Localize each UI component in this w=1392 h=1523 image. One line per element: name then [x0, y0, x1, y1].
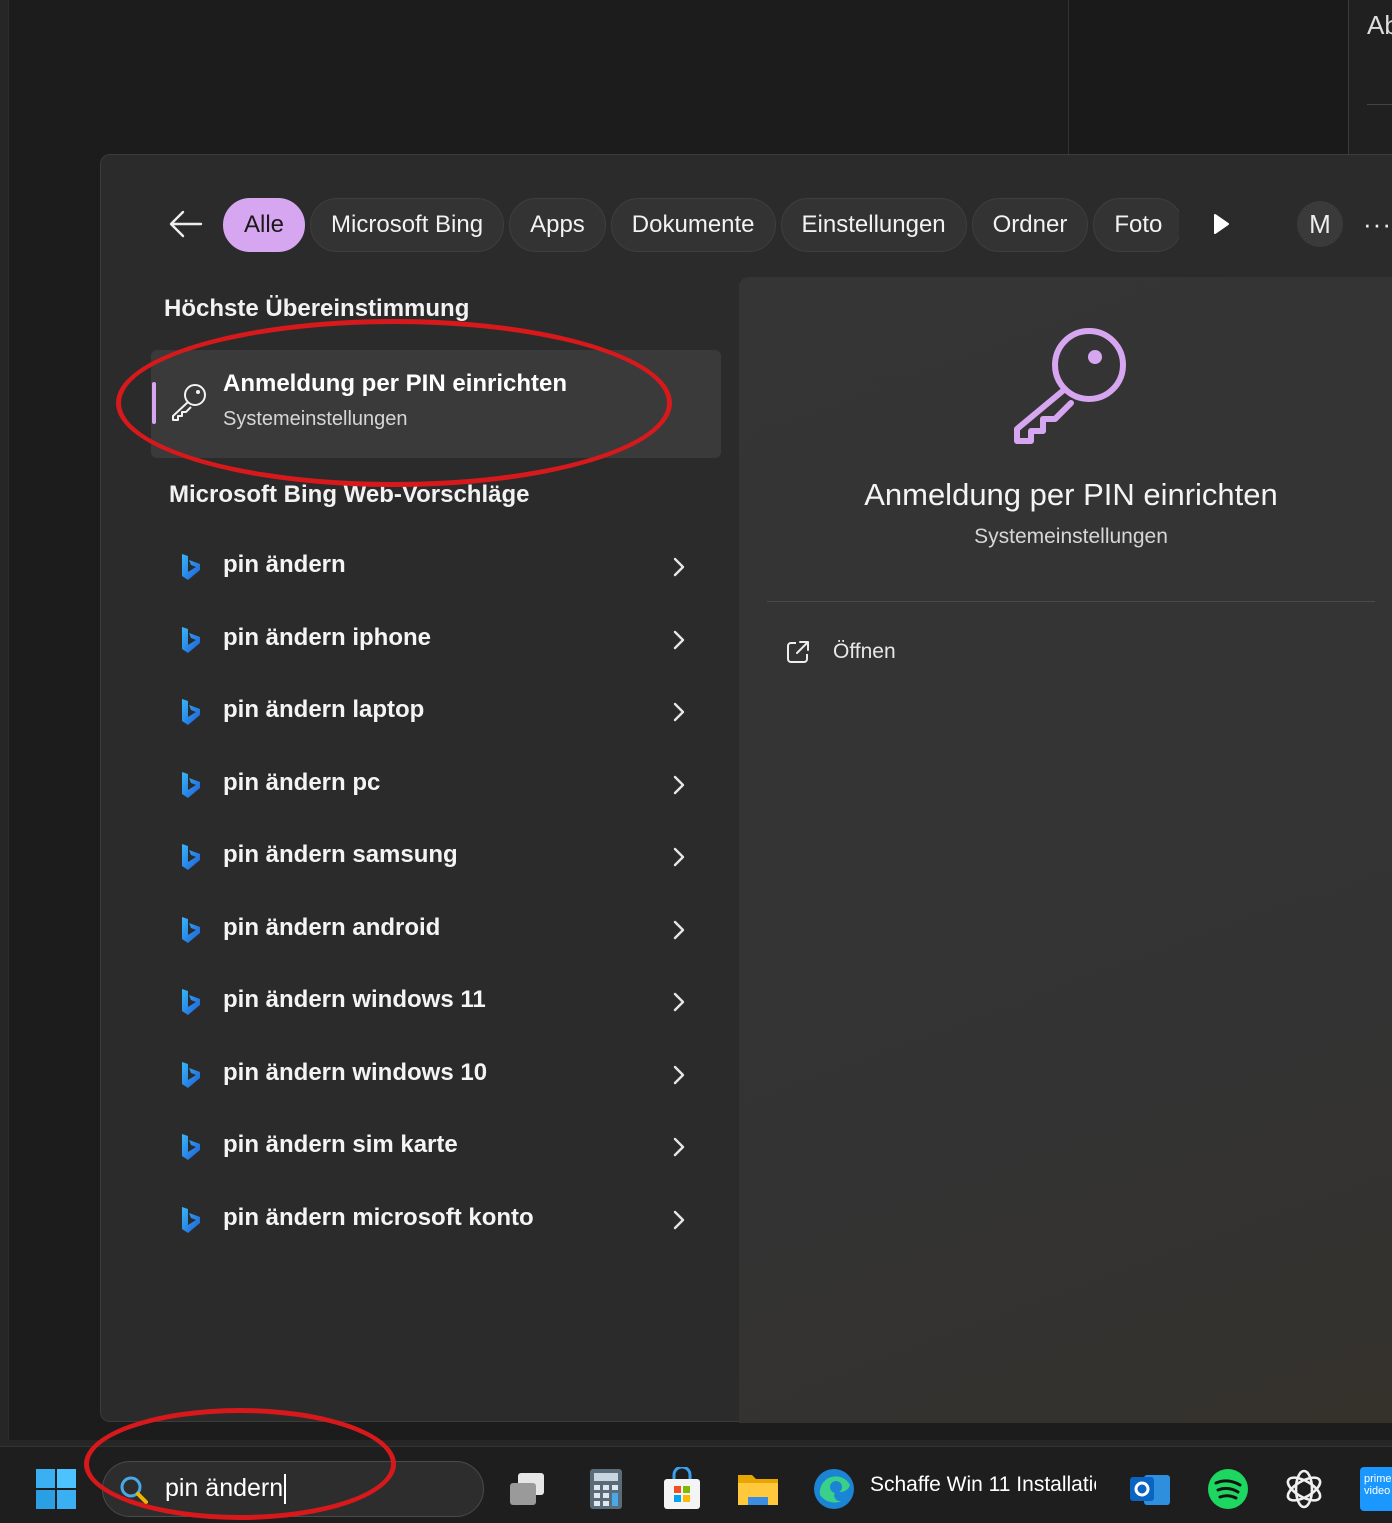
chevron-right-icon [673, 1065, 685, 1084]
microsoft-store-icon[interactable] [660, 1467, 704, 1511]
open-action[interactable]: Öffnen [785, 633, 896, 671]
chevron-right-icon [673, 920, 685, 939]
preview-pane: Anmeldung per PIN einrichten Systemeinst… [739, 277, 1392, 1423]
chevron-right-icon [673, 847, 685, 867]
bing-icon [182, 699, 200, 725]
web-suggestion-item[interactable]: pin ändern sim karte [151, 1119, 721, 1175]
account-avatar[interactable]: M [1297, 201, 1343, 247]
web-suggestions-heading: Microsoft Bing Web-Vorschläge [169, 481, 530, 508]
web-suggestion-label: pin ändern windows 11 [223, 986, 486, 1013]
best-match-result[interactable]: Anmeldung per PIN einrichten Systemeinst… [151, 350, 721, 458]
search-input: pin ändern [165, 1474, 287, 1505]
arrow-left-icon [169, 210, 203, 238]
preview-divider [767, 601, 1375, 602]
back-button[interactable] [163, 203, 209, 245]
web-suggestion-item[interactable]: pin ändern microsoft konto [151, 1192, 721, 1248]
filter-chips: Alle Microsoft Bing Apps Dokumente Einstellu… [223, 198, 1179, 252]
background-pane-edge: Ab [1348, 0, 1392, 160]
bing-icon [182, 554, 200, 580]
bing-icon [182, 1134, 200, 1160]
filter-chip-foto[interactable]: Foto [1093, 198, 1179, 252]
selection-indicator [152, 382, 156, 424]
filter-bar: Alle Microsoft Bing Apps Dokumente Einstellu… [101, 195, 1392, 253]
preview-subtitle: Systemeinstellungen [974, 525, 1168, 548]
taskbar: pin ändern Schaffe Win 11 Installatio pr… [0, 1446, 1392, 1523]
preview-title: Anmeldung per PIN einrichten [864, 477, 1278, 512]
filter-chip-dokumente[interactable]: Dokumente [610, 198, 776, 252]
background-pane [1068, 0, 1392, 160]
key-icon [1014, 328, 1126, 444]
search-icon [120, 1476, 148, 1504]
chevron-right-icon [673, 1137, 685, 1157]
filter-chip-microsoft-bing[interactable]: Microsoft Bing [310, 198, 505, 252]
best-match-title: Anmeldung per PIN einrichten [223, 370, 568, 397]
web-suggestion-label: pin ändern iphone [223, 623, 431, 651]
web-suggestion-label: pin ändern pc [223, 768, 381, 796]
web-suggestion-label: pin ändern laptop [223, 696, 425, 723]
web-suggestion-label: pin ändern [223, 551, 346, 578]
key-icon [172, 384, 206, 421]
web-suggestion-label: pin ändern android [223, 913, 441, 941]
best-match-subtitle: Systemeinstellungen [223, 408, 408, 430]
bing-icon [182, 771, 200, 798]
web-suggestion-label: pin ändern sim karte [223, 1131, 458, 1158]
chevron-right-icon [673, 630, 685, 649]
prime-video-icon[interactable]: prime video [1360, 1467, 1392, 1511]
chevron-right-icon [673, 702, 685, 722]
bing-icon [182, 844, 200, 870]
filter-chip-apps[interactable]: Apps [509, 198, 606, 252]
bing-icon [182, 626, 200, 653]
search-panel: Alle Microsoft Bing Apps Dokumente Einstellu… [100, 154, 1392, 1423]
web-suggestion-label: pin ändern samsung [223, 841, 458, 868]
bing-icon [182, 916, 200, 943]
scroll-chips-button[interactable] [1201, 207, 1241, 241]
web-suggestion-label: pin ändern microsoft konto [223, 1203, 534, 1231]
chevron-right-icon [673, 992, 685, 1012]
calculator-icon[interactable] [584, 1467, 628, 1511]
bing-icon [182, 1206, 200, 1233]
bing-icon [182, 1061, 200, 1088]
chevron-right-icon [673, 775, 685, 794]
more-options-button[interactable]: ··· [1363, 201, 1392, 247]
web-suggestion-item[interactable]: pin ändern [151, 539, 721, 595]
web-suggestion-item[interactable]: pin ändern samsung [151, 829, 721, 885]
outlook-icon[interactable] [1128, 1467, 1172, 1511]
bing-icon [182, 989, 200, 1015]
web-suggestion-item[interactable]: pin ändern windows 10 [151, 1047, 721, 1103]
chevron-right-icon [673, 557, 685, 577]
edge-browser-icon[interactable] [812, 1467, 856, 1511]
file-explorer-icon[interactable] [736, 1467, 780, 1511]
web-suggestion-item[interactable]: pin ändern pc [151, 757, 721, 813]
web-suggestion-item[interactable]: pin ändern laptop [151, 684, 721, 740]
web-suggestion-item[interactable]: pin ändern android [151, 902, 721, 958]
task-view-icon[interactable] [506, 1467, 550, 1511]
open-external-icon [787, 641, 809, 663]
background-partial-text: Ab [1367, 10, 1392, 40]
filter-chip-alle[interactable]: Alle [223, 198, 306, 252]
text-caret [284, 1474, 287, 1505]
chevron-right-icon [673, 1210, 685, 1229]
web-suggestion-label: pin ändern windows 10 [223, 1058, 488, 1086]
web-suggestion-item[interactable]: pin ändern windows 11 [151, 974, 721, 1030]
web-suggestion-item[interactable]: pin ändern iphone [151, 612, 721, 668]
filter-chip-ordner[interactable]: Ordner [971, 198, 1089, 252]
best-match-heading: Höchste Übereinstimmung [164, 295, 470, 322]
chatgpt-icon[interactable] [1282, 1467, 1326, 1511]
windows-start-icon[interactable] [36, 1469, 76, 1509]
play-icon [1214, 214, 1229, 234]
filter-chip-einstellungen[interactable]: Einstellungen [780, 198, 967, 252]
desktop: Ab Alle Microsoft Bing Apps Dokumente Einste… [0, 0, 1392, 1523]
spotify-icon[interactable] [1206, 1467, 1250, 1511]
edge-window-title[interactable]: Schaffe Win 11 Installatio [870, 1473, 1096, 1503]
open-label: Öffnen [833, 640, 896, 663]
taskbar-search-box[interactable]: pin ändern [102, 1461, 484, 1517]
